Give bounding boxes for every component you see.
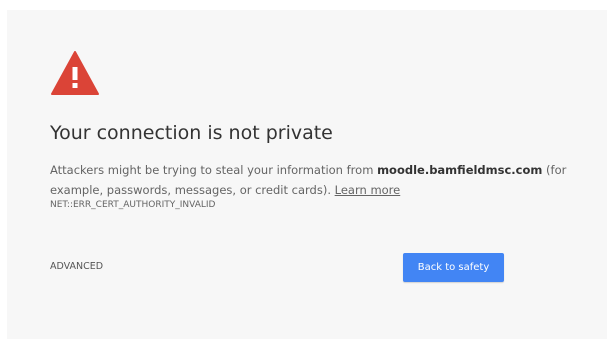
- error-code: NET::ERR_CERT_AUTHORITY_INVALID: [50, 200, 216, 210]
- warning-triangle-icon: [51, 51, 99, 95]
- warning-description: Attackers might be trying to steal your …: [50, 160, 570, 200]
- page-heading: Your connection is not private: [50, 122, 333, 144]
- interstitial-page: Your connection is not private Attackers…: [7, 10, 607, 339]
- description-prefix: Attackers might be trying to steal your …: [50, 163, 378, 177]
- site-hostname: moodle.bamfieldmsc.com: [377, 163, 543, 177]
- learn-more-link[interactable]: Learn more: [335, 183, 401, 197]
- back-to-safety-button[interactable]: Back to safety: [403, 253, 504, 282]
- advanced-button[interactable]: ADVANCED: [50, 261, 103, 272]
